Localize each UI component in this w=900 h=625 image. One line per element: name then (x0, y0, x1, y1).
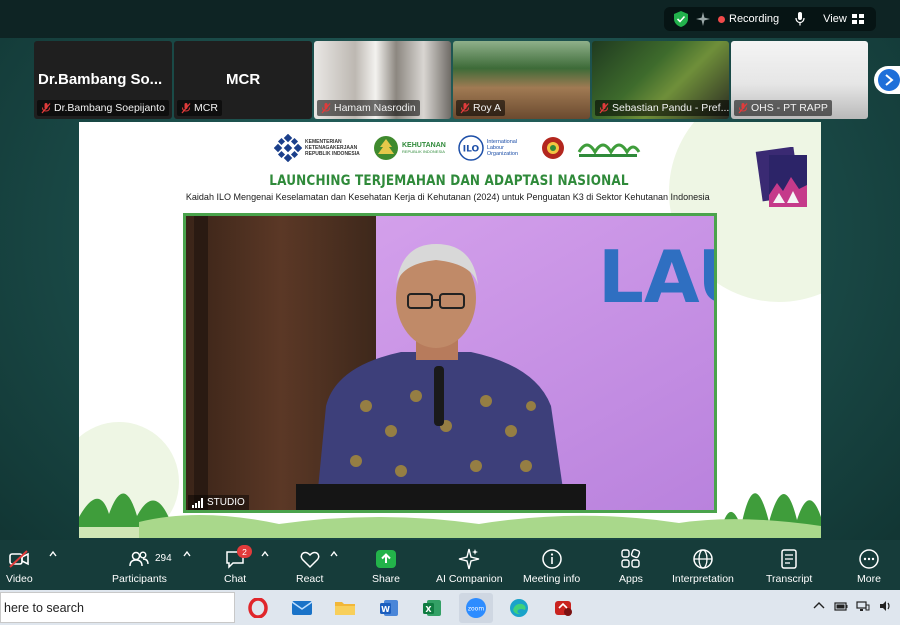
app-icon[interactable] (546, 593, 580, 623)
publication-cover-image (755, 147, 807, 207)
kehutanan-emblem-icon (374, 136, 398, 160)
slide-headline: LAUNCHING TERJEMAHAN DAN ADAPTASI NASION… (269, 173, 629, 189)
shared-screen: KEMENTERIAN KETENAGAKERJAAN REPUBLIK IND… (79, 122, 821, 538)
ilo-logo: ILO International Labour Organization (458, 135, 529, 161)
meeting-controls-toolbar: Video Participants 294 Chat 2 React Shar… (0, 540, 900, 590)
view-button[interactable]: View (823, 13, 864, 25)
apps-icon (621, 548, 641, 568)
svg-text:X: X (425, 605, 432, 614)
video-button[interactable]: Video (6, 548, 33, 590)
kehutanan-logo: KEHUTANAN REPUBLIK INDONESIA (373, 135, 446, 161)
muted-mic-icon (460, 102, 470, 113)
muted-mic-icon (599, 102, 609, 113)
react-options-caret-icon[interactable] (330, 550, 338, 558)
participants-icon (129, 551, 150, 567)
react-button[interactable]: React (296, 548, 323, 590)
chat-unread-badge: 2 (237, 545, 252, 558)
participant-tile[interactable]: OHS - PT RAPP (731, 41, 868, 119)
mail-icon[interactable] (285, 593, 319, 623)
chevron-right-icon (878, 69, 900, 91)
participant-tile[interactable]: Roy A (453, 41, 590, 119)
participant-video-strip: Dr.Bambang So... Dr.Bambang Soepijanto M… (34, 41, 868, 119)
taskbar-search-placeholder: here to search (4, 600, 84, 615)
microphone-icon[interactable] (795, 12, 805, 26)
backdrop-text: LAU (598, 235, 714, 319)
heart-icon (300, 551, 320, 569)
forestry-association-logo-icon (577, 143, 641, 157)
excel-icon[interactable]: X (415, 593, 449, 623)
windows-taskbar: here to search W X zoom (0, 590, 900, 625)
share-button[interactable]: Share (372, 548, 400, 590)
share-screen-icon (376, 550, 397, 568)
participant-name-label: OHS - PT RAPP (734, 100, 832, 116)
more-dots-icon (859, 549, 879, 569)
system-tray (812, 599, 892, 613)
speaker-video: LAU STUDIO (183, 213, 717, 513)
svg-text:zoom: zoom (468, 606, 484, 613)
chat-options-caret-icon[interactable] (261, 550, 269, 558)
speaker-video-frame: LAU (186, 216, 714, 510)
union-gear-logo-icon (541, 137, 564, 159)
studio-video-label: STUDIO (188, 495, 249, 510)
video-off-icon (9, 550, 30, 568)
transcript-icon (781, 549, 797, 569)
ai-companion-button[interactable]: AI Companion (436, 548, 503, 590)
chevron-up-icon[interactable] (812, 599, 826, 613)
recording-label: Recording (729, 13, 780, 25)
battery-icon[interactable] (834, 599, 848, 613)
participants-count: 294 (155, 553, 172, 564)
info-icon (541, 549, 562, 569)
meeting-info-button[interactable]: Meeting info (523, 548, 580, 590)
edge-icon[interactable] (502, 593, 536, 623)
participant-big-name: Dr.Bambang So... (38, 71, 163, 88)
slide-subtitle: Kaidah ILO Mengenai Keselamatan dan Kese… (185, 192, 710, 203)
participant-tile[interactable]: Hamam Nasrodin (314, 41, 451, 119)
taskbar-search-box[interactable]: here to search (0, 592, 235, 623)
more-button[interactable]: More (857, 548, 881, 590)
participant-tile[interactable]: MCR MCR (174, 41, 312, 119)
security-shield-icon[interactable] (674, 11, 688, 27)
participant-name-label: Hamam Nasrodin (317, 100, 420, 116)
word-icon[interactable]: W (372, 593, 406, 623)
interpretation-button[interactable]: Interpretation (672, 548, 734, 590)
meeting-top-bar: Recording View (0, 0, 900, 38)
svg-text:ILO: ILO (463, 145, 480, 155)
file-explorer-icon[interactable] (328, 593, 362, 623)
ilo-emblem-icon: ILO (458, 135, 484, 161)
participant-big-name: MCR (226, 71, 261, 88)
kemnaker-logo: KEMENTERIAN KETENAGAKERJAAN REPUBLIK IND… (274, 134, 361, 162)
opera-icon[interactable] (241, 593, 275, 623)
view-label: View (823, 13, 847, 25)
next-participants-button[interactable] (874, 66, 900, 94)
participant-tile[interactable]: Dr.Bambang So... Dr.Bambang Soepijanto (34, 41, 172, 119)
globe-icon (693, 549, 713, 569)
muted-mic-icon (41, 102, 51, 113)
participant-name-label: MCR (177, 100, 222, 116)
network-icon[interactable] (856, 599, 870, 613)
zoom-icon[interactable]: zoom (459, 593, 493, 623)
participant-name-label: Roy A (456, 100, 506, 116)
transcript-button[interactable]: Transcript (766, 548, 812, 590)
top-status-pill: Recording View (664, 7, 876, 31)
muted-mic-icon (321, 102, 331, 113)
recording-indicator[interactable]: Recording (718, 13, 779, 25)
volume-icon[interactable] (878, 599, 892, 613)
participant-name-label: Sebastian Pandu - Pref... (595, 100, 729, 116)
recording-dot-icon (718, 15, 725, 23)
participant-name-label: Dr.Bambang Soepijanto (37, 100, 169, 116)
signal-strength-icon (192, 497, 203, 508)
partner-logos: KEMENTERIAN KETENAGAKERJAAN REPUBLIK IND… (274, 134, 641, 162)
ai-sparkle-icon[interactable] (696, 12, 710, 26)
ai-companion-sparkle-icon (459, 548, 480, 570)
participants-options-caret-icon[interactable] (183, 550, 191, 558)
svg-text:W: W (381, 605, 390, 614)
muted-mic-icon (738, 102, 748, 113)
video-options-caret-icon[interactable] (49, 550, 57, 558)
kemnaker-emblem-icon (274, 134, 302, 162)
muted-mic-icon (181, 102, 191, 113)
participant-tile[interactable]: Sebastian Pandu - Pref... (592, 41, 729, 119)
apps-button[interactable]: Apps (619, 548, 643, 590)
grid-view-icon (851, 14, 864, 24)
